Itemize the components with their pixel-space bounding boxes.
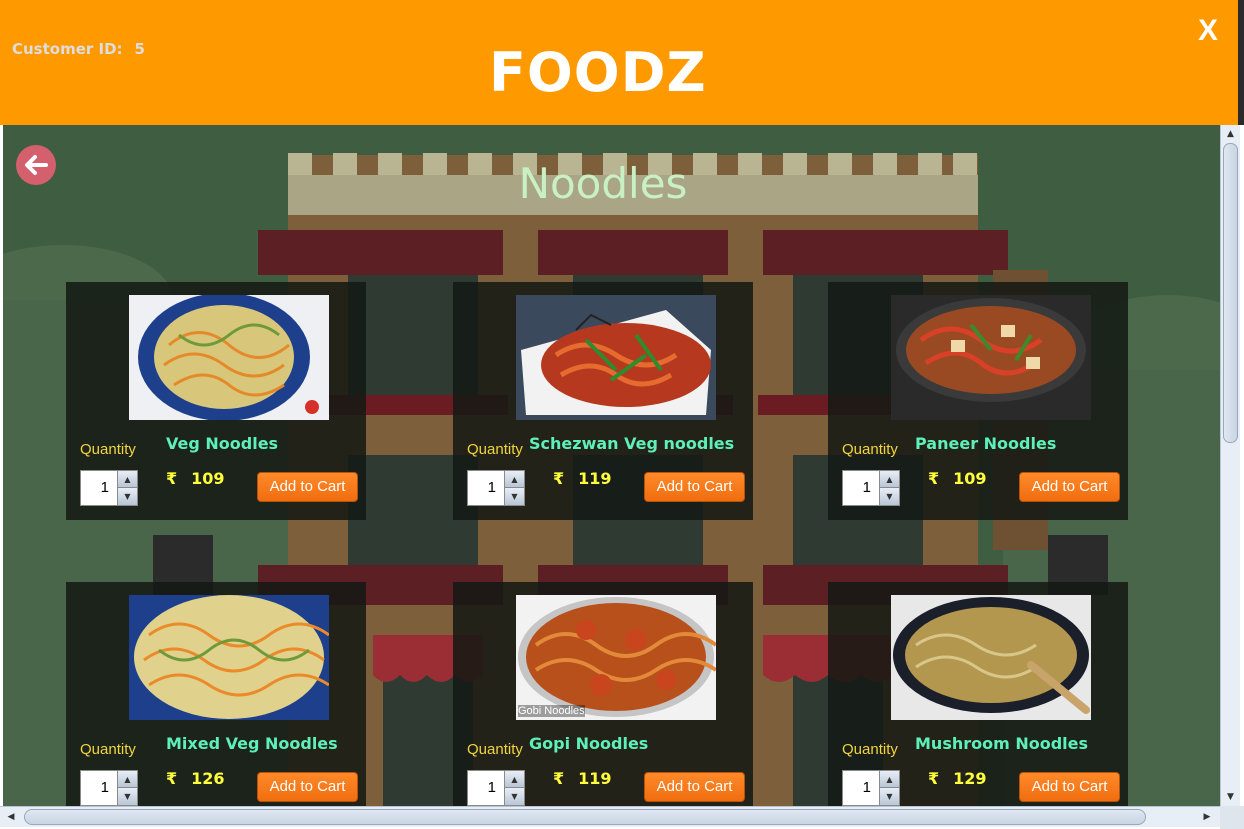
category-title: Noodles xyxy=(3,159,1203,208)
quantity-label: Quantity xyxy=(467,741,523,758)
price-value: 129 xyxy=(953,769,987,788)
menu-item-card: Quantity Mushroom Noodles ₹129 1 ▲ ▼ Add… xyxy=(828,582,1128,806)
decrement-arrow-icon[interactable]: ▼ xyxy=(879,488,899,505)
item-price: ₹119 xyxy=(553,769,612,788)
quantity-value[interactable]: 1 xyxy=(843,771,881,805)
add-to-cart-button[interactable]: Add to Cart xyxy=(1019,472,1120,502)
quantity-stepper[interactable]: 1 ▲ ▼ xyxy=(842,470,900,506)
price-value: 109 xyxy=(191,469,225,488)
quantity-value[interactable]: 1 xyxy=(843,471,881,505)
header-edge xyxy=(1238,0,1244,125)
menu-viewport: Noodles Quantity Veg Noodles ₹109 1 ▲ ▼ … xyxy=(3,125,1220,806)
close-button[interactable]: X xyxy=(1198,14,1218,48)
price-value: 119 xyxy=(578,469,612,488)
menu-item-card: Gobi Noodles Quantity Gopi Noodles ₹119 … xyxy=(453,582,753,806)
add-to-cart-button[interactable]: Add to Cart xyxy=(257,472,358,502)
add-to-cart-button[interactable]: Add to Cart xyxy=(257,772,358,802)
quantity-label: Quantity xyxy=(842,441,898,458)
scroll-right-arrow-icon[interactable]: ▶ xyxy=(1198,808,1216,826)
rupee-icon: ₹ xyxy=(553,469,565,488)
decrement-arrow-icon[interactable]: ▼ xyxy=(117,788,137,805)
food-photo xyxy=(891,595,1091,720)
vertical-scrollbar[interactable]: ▲ ▼ xyxy=(1220,125,1240,806)
increment-arrow-icon[interactable]: ▲ xyxy=(879,771,899,788)
increment-arrow-icon[interactable]: ▲ xyxy=(504,471,524,488)
rupee-icon: ₹ xyxy=(166,769,178,788)
rupee-icon: ₹ xyxy=(928,769,940,788)
scroll-up-arrow-icon[interactable]: ▲ xyxy=(1221,125,1240,143)
rupee-icon: ₹ xyxy=(928,469,940,488)
decrement-arrow-icon[interactable]: ▼ xyxy=(504,788,524,805)
horizontal-scroll-thumb[interactable] xyxy=(24,809,1146,825)
increment-arrow-icon[interactable]: ▲ xyxy=(117,471,137,488)
price-value: 109 xyxy=(953,469,987,488)
rupee-icon: ₹ xyxy=(553,769,565,788)
scroll-left-arrow-icon[interactable]: ◀ xyxy=(2,808,20,826)
menu-item-card: Quantity Mixed Veg Noodles ₹126 1 ▲ ▼ Ad… xyxy=(66,582,366,806)
quantity-stepper[interactable]: 1 ▲ ▼ xyxy=(80,770,138,806)
item-name: Veg Noodles xyxy=(166,434,279,453)
item-name: Mixed Veg Noodles xyxy=(166,734,338,753)
customer-id-display: Customer ID: 5 xyxy=(12,40,145,58)
increment-arrow-icon[interactable]: ▲ xyxy=(504,771,524,788)
quantity-stepper[interactable]: 1 ▲ ▼ xyxy=(467,470,525,506)
scroll-down-arrow-icon[interactable]: ▼ xyxy=(1221,788,1240,806)
food-photo xyxy=(129,595,329,720)
vertical-scroll-thumb[interactable] xyxy=(1223,143,1238,443)
quantity-label: Quantity xyxy=(467,441,523,458)
customer-id-value: 5 xyxy=(134,40,145,58)
item-price: ₹109 xyxy=(166,469,225,488)
quantity-value[interactable]: 1 xyxy=(81,771,119,805)
rupee-icon: ₹ xyxy=(166,469,178,488)
quantity-stepper[interactable]: 1 ▲ ▼ xyxy=(80,470,138,506)
food-photo xyxy=(516,295,716,420)
item-name: Paneer Noodles xyxy=(915,434,1057,453)
decrement-arrow-icon[interactable]: ▼ xyxy=(504,488,524,505)
app-header: Customer ID: 5 FOODZ X xyxy=(0,0,1238,125)
price-value: 126 xyxy=(191,769,225,788)
item-price: ₹126 xyxy=(166,769,225,788)
increment-arrow-icon[interactable]: ▲ xyxy=(879,471,899,488)
price-value: 119 xyxy=(578,769,612,788)
item-price: ₹119 xyxy=(553,469,612,488)
photo-caption: Gobi Noodles xyxy=(518,705,585,717)
menu-item-card: Quantity Schezwan Veg noodles ₹119 1 ▲ ▼… xyxy=(453,282,753,520)
category-title-text: Noodles xyxy=(518,159,688,208)
menu-item-card: Quantity Veg Noodles ₹109 1 ▲ ▼ Add to C… xyxy=(66,282,366,520)
item-name: Gopi Noodles xyxy=(529,734,649,753)
quantity-stepper[interactable]: 1 ▲ ▼ xyxy=(467,770,525,806)
quantity-label: Quantity xyxy=(80,441,136,458)
decrement-arrow-icon[interactable]: ▼ xyxy=(879,788,899,805)
add-to-cart-button[interactable]: Add to Cart xyxy=(1019,772,1120,802)
quantity-label: Quantity xyxy=(80,741,136,758)
add-to-cart-button[interactable]: Add to Cart xyxy=(644,772,745,802)
food-photo xyxy=(891,295,1091,420)
quantity-value[interactable]: 1 xyxy=(81,471,119,505)
decrement-arrow-icon[interactable]: ▼ xyxy=(117,488,137,505)
add-to-cart-button[interactable]: Add to Cart xyxy=(644,472,745,502)
item-price: ₹109 xyxy=(928,469,987,488)
brand-title: FOODZ xyxy=(489,41,707,104)
menu-item-card: Quantity Paneer Noodles ₹109 1 ▲ ▼ Add t… xyxy=(828,282,1128,520)
quantity-value[interactable]: 1 xyxy=(468,471,506,505)
customer-id-label: Customer ID: xyxy=(12,40,123,58)
item-name: Schezwan Veg noodles xyxy=(529,434,735,453)
horizontal-scrollbar[interactable]: ◀ ▶ xyxy=(0,806,1240,827)
item-name: Mushroom Noodles xyxy=(915,734,1089,753)
food-photo xyxy=(129,295,329,420)
quantity-label: Quantity xyxy=(842,741,898,758)
item-price: ₹129 xyxy=(928,769,987,788)
scrollbar-corner xyxy=(1220,806,1244,829)
quantity-value[interactable]: 1 xyxy=(468,771,506,805)
food-photo: Gobi Noodles xyxy=(516,595,716,720)
increment-arrow-icon[interactable]: ▲ xyxy=(117,771,137,788)
quantity-stepper[interactable]: 1 ▲ ▼ xyxy=(842,770,900,806)
